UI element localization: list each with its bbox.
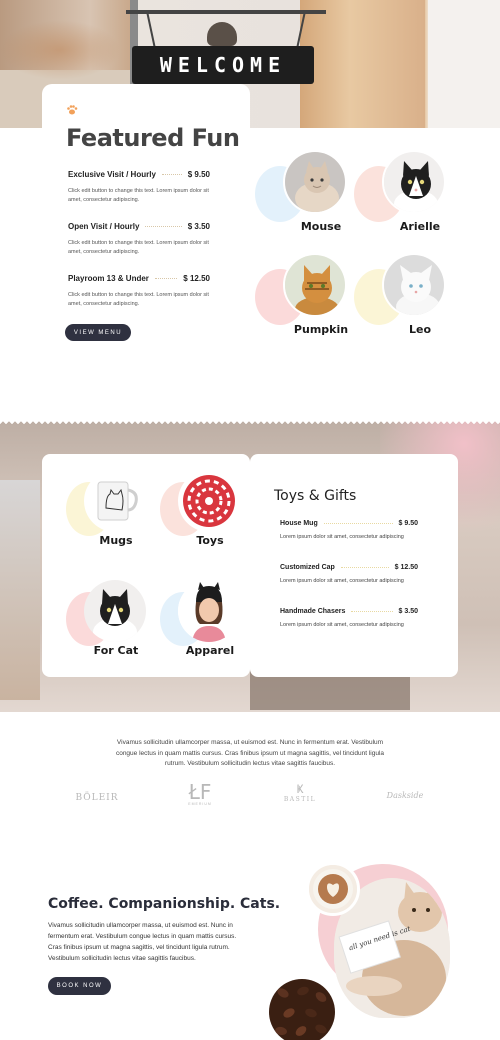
logo-caption: EMERIUM: [188, 802, 212, 806]
menu-item-name: Exclusive Visit / Hourly: [68, 170, 156, 179]
partner-logo-daskside[interactable]: Daskside: [378, 791, 432, 800]
about-body: Vivamus sollicitudin ullamcorper massa, …: [48, 922, 237, 962]
cat-photo-mouse: [283, 150, 347, 214]
cat-photo-pumpkin: [283, 253, 347, 317]
cat-name: Mouse: [300, 220, 342, 233]
cat-photo-arielle: [382, 150, 446, 214]
toys-gifts-card: Toys & Gifts House Mug $ 9.50 Lorem ipsum…: [250, 454, 458, 677]
shop-title: Toys & Gifts: [274, 488, 357, 504]
shop-item-price: $ 9.50: [398, 520, 418, 527]
coffee-beans-photo: [266, 976, 338, 1040]
menu-item-desc: Click edit button to change this text. L…: [68, 240, 209, 255]
logo-caption: BASTIL: [283, 796, 317, 803]
view-menu-button[interactable]: VIEW MENU: [65, 324, 131, 341]
coffee-cup-photo: [306, 862, 360, 916]
bastil-mark-icon: Ҝ: [296, 782, 304, 796]
shop-item-desc: Lorem ipsum dolor sit amet, consectetur …: [280, 578, 404, 584]
book-now-button[interactable]: BOOK NOW: [48, 977, 111, 995]
for-cat-image: [84, 580, 146, 642]
partner-logo-bastil[interactable]: Ҝ BASTIL: [278, 782, 322, 803]
menu-item: Open Visit / Hourly $ 3.50 Click edit but…: [68, 222, 210, 257]
cat-tile-arielle[interactable]: Arielle: [354, 150, 446, 240]
product-tile-toys[interactable]: Toys: [160, 464, 250, 564]
shop-item: Handmade Chasers $ 3.50 Lorem ipsum dolor…: [280, 608, 418, 628]
cat-tile-pumpkin[interactable]: Pumpkin: [255, 253, 348, 343]
shop-item-desc: Lorem ipsum dolor sit amet, consectetur …: [280, 534, 404, 540]
about-title: Coffee. Companionship. Cats.: [48, 896, 281, 912]
cat-name: Pumpkin: [293, 323, 349, 336]
partner-logo-boleir[interactable]: BÖLEIR: [70, 793, 124, 803]
product-tile-apparel[interactable]: Apparel: [160, 574, 250, 674]
menu-item-price: $ 3.50: [187, 222, 210, 231]
shop-item-name: Customized Cap: [280, 564, 335, 571]
menu-item-price: $ 9.50: [187, 170, 210, 179]
cat-name: Leo: [408, 323, 432, 336]
shop-item-name: Handmade Chasers: [280, 608, 346, 615]
cat-photo-leo: [382, 253, 446, 317]
shop-item: Customized Cap $ 12.50 Lorem ipsum dolor …: [280, 564, 418, 584]
bell-icon: [207, 22, 237, 46]
cat-tile-leo[interactable]: Leo: [354, 253, 446, 343]
product-name: Mugs: [99, 534, 133, 547]
menu-item: Playroom 13 & Under $ 12.50 Click edit bu…: [68, 274, 210, 309]
menu-item-desc: Click edit button to change this text. L…: [68, 188, 209, 203]
menu-item-name: Playroom 13 & Under: [68, 274, 149, 283]
menu-item-price: $ 12.50: [183, 274, 210, 283]
product-name: Toys: [196, 534, 224, 547]
product-name: For Cat: [93, 644, 139, 657]
shop-item: House Mug $ 9.50 Lorem ipsum dolor sit am…: [280, 520, 418, 540]
shop-item-price: $ 3.50: [398, 608, 418, 615]
mug-image: [84, 470, 146, 532]
shop-item-price: $ 12.50: [394, 564, 418, 571]
menu-item-desc: Click edit button to change this text. L…: [68, 292, 209, 307]
menu-item: Exclusive Visit / Hourly $ 9.50 Click edi…: [68, 170, 210, 205]
products-card: Mugs Toys For Cat Apparel: [42, 454, 250, 677]
menu-item-name: Open Visit / Hourly: [68, 222, 140, 231]
partners-text: Vivamus sollicitudin ullamcorper massa, …: [115, 739, 385, 767]
emerium-mark-icon: ŁF: [188, 780, 212, 804]
featured-menu-card: Featured Fun Exclusive Visit / Hourly $ 9…: [42, 84, 250, 364]
product-tile-for-cat[interactable]: For Cat: [66, 574, 156, 674]
welcome-sign: WELCOME: [132, 46, 314, 84]
partner-logo-emerium[interactable]: ŁF EMERIUM: [178, 782, 222, 806]
apparel-image: [178, 580, 240, 642]
zigzag-divider: [0, 420, 500, 426]
paw-icon: [67, 105, 78, 115]
featured-title: Featured Fun: [66, 124, 240, 152]
cat-name: Arielle: [399, 220, 441, 233]
product-tile-mugs[interactable]: Mugs: [66, 464, 156, 564]
toy-image: [178, 470, 240, 532]
product-name: Apparel: [185, 644, 235, 657]
cat-tile-mouse[interactable]: Mouse: [255, 150, 347, 240]
shop-item-desc: Lorem ipsum dolor sit amet, consectetur …: [280, 622, 404, 628]
shop-item-name: House Mug: [280, 520, 318, 527]
